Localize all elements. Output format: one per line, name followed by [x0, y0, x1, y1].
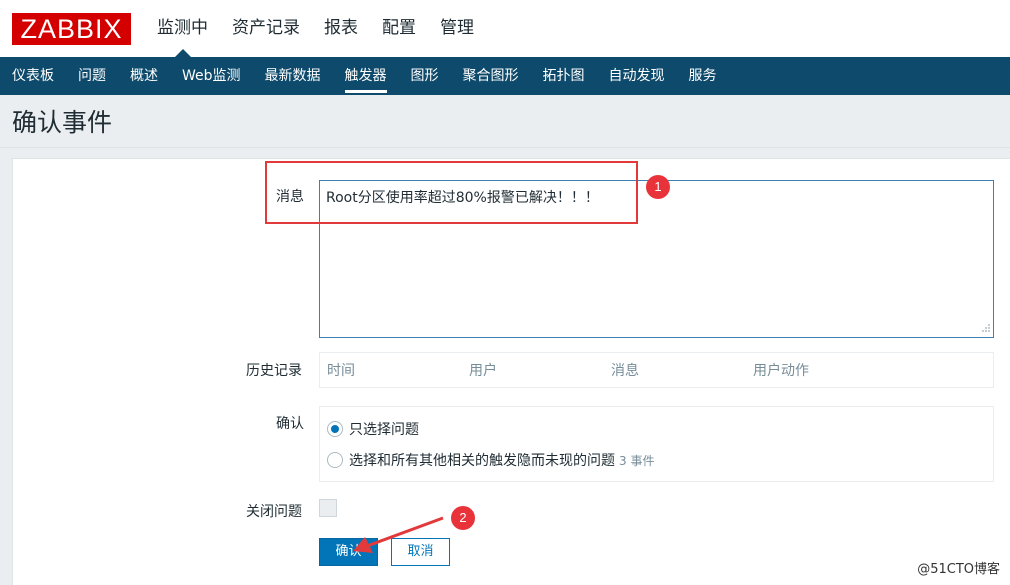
option-all-related-label: 选择和所有其他相关的触发隐而未现的问题	[349, 453, 615, 469]
history-label: 历史记录	[246, 363, 302, 379]
main-menu-reports[interactable]: 报表	[312, 0, 370, 57]
main-menu: 监测中 资产记录 报表 配置 管理	[145, 0, 486, 57]
subnav-problems[interactable]: 问题	[66, 57, 118, 95]
option-selected-only[interactable]: 只选择问题	[327, 419, 419, 439]
page-title: 确认事件	[12, 108, 113, 137]
subnav-discovery[interactable]: 自动发现	[597, 57, 677, 95]
acknowledge-scope-group: 只选择问题 选择和所有其他相关的触发隐而未现的问题 3 事件	[319, 406, 994, 482]
resize-grip-icon[interactable]	[980, 324, 990, 334]
close-problem-checkbox[interactable]	[319, 499, 337, 517]
main-menu-monitoring[interactable]: 监测中	[145, 0, 220, 57]
main-menu-configuration[interactable]: 配置	[370, 0, 428, 57]
subnav-overview[interactable]: 概述	[118, 57, 170, 95]
option-selected-only-label: 只选择问题	[349, 422, 419, 438]
history-col-message: 消息	[611, 363, 639, 379]
acknowledge-label: 确认	[276, 416, 304, 432]
subnav-latest-data[interactable]: 最新数据	[253, 57, 333, 95]
annotation-arrow-icon	[353, 516, 444, 553]
subnav-maps[interactable]: 拓扑图	[531, 57, 597, 95]
annotation-highlight-rect	[265, 161, 638, 224]
subnav-screens[interactable]: 聚合图形	[451, 57, 531, 95]
main-menu-inventory[interactable]: 资产记录	[220, 0, 312, 57]
watermark: @51CTO博客	[917, 562, 1000, 577]
history-col-user: 用户	[469, 363, 497, 379]
option-all-related[interactable]: 选择和所有其他相关的触发隐而未现的问题 3 事件	[327, 450, 654, 470]
subnav-dashboard[interactable]: 仪表板	[0, 57, 66, 95]
subnav-triggers[interactable]: 触发器	[333, 57, 399, 95]
related-events-count: 3 事件	[619, 453, 655, 468]
radio-selected-only[interactable]	[327, 421, 343, 437]
subnav-graphs[interactable]: 图形	[399, 57, 451, 95]
history-col-time: 时间	[327, 363, 355, 379]
subnav-services[interactable]: 服务	[677, 57, 729, 95]
annotation-badge-2: 2	[451, 506, 475, 530]
close-problem-label: 关闭问题	[246, 504, 302, 520]
title-divider	[0, 147, 1010, 148]
main-menu-administration[interactable]: 管理	[428, 0, 486, 57]
zabbix-logo[interactable]: ZABBIX	[12, 13, 131, 45]
top-header: ZABBIX 监测中 资产记录 报表 配置 管理	[0, 0, 1010, 57]
sub-navigation: 仪表板 问题 概述 Web监测 最新数据 触发器 图形 聚合图形 拓扑图 自动发…	[0, 57, 1010, 95]
history-col-user-action: 用户动作	[753, 363, 809, 379]
subnav-web[interactable]: Web监测	[170, 57, 253, 95]
history-table: 时间 用户 消息 用户动作	[319, 352, 994, 388]
annotation-badge-1: 1	[646, 175, 670, 199]
radio-all-related[interactable]	[327, 452, 343, 468]
